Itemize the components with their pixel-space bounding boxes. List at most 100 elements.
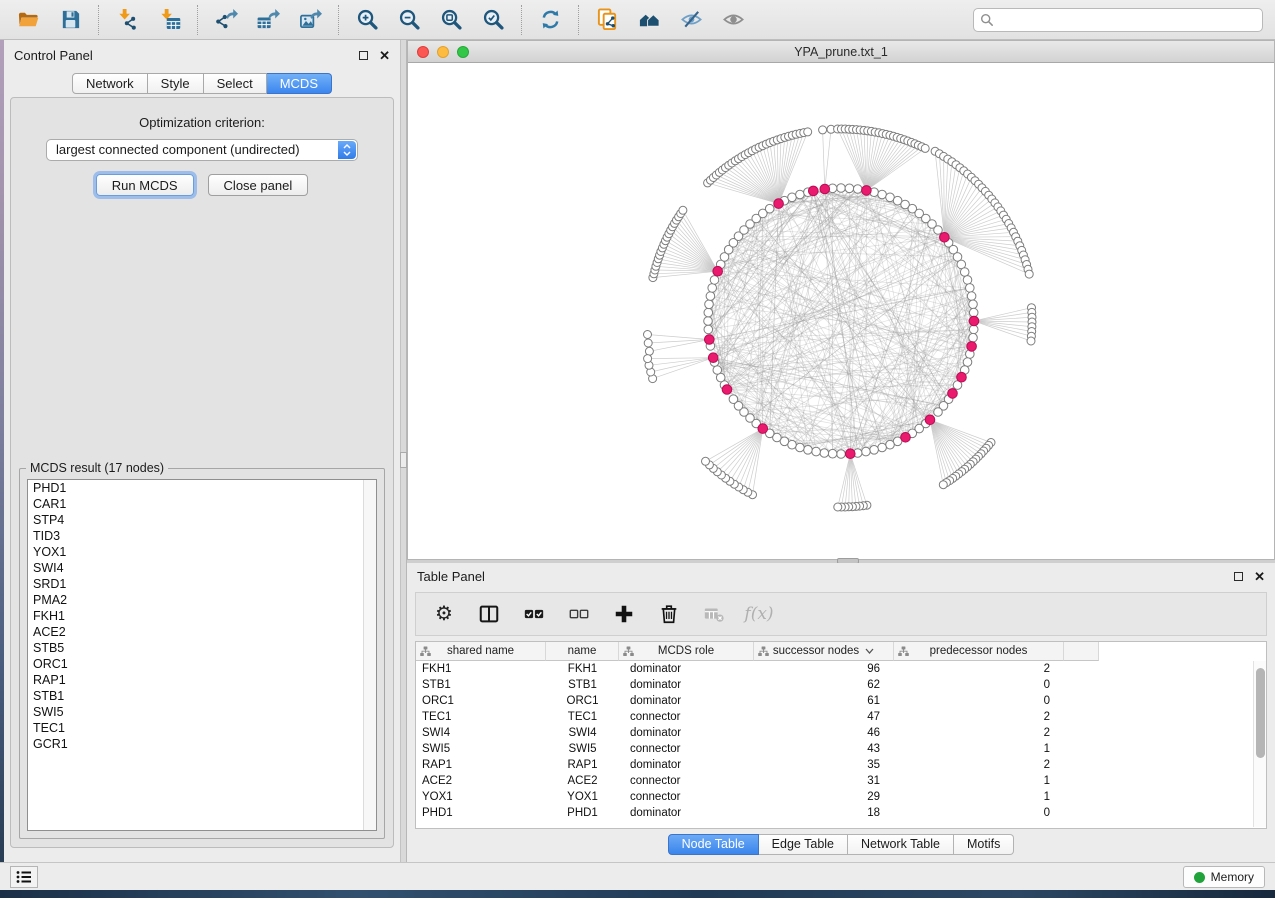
mcds-node-item[interactable]: TEC1 [28, 720, 376, 736]
tab-edge-table[interactable]: Edge Table [759, 834, 848, 855]
table-settings-button[interactable]: ⚙ [432, 602, 456, 626]
table-row[interactable]: ORC1ORC1dominator610 [416, 693, 1253, 709]
mcds-node-item[interactable]: PMA2 [28, 592, 376, 608]
zoom-selected-button[interactable] [480, 7, 506, 33]
deselect-all-button[interactable] [567, 602, 591, 626]
export-image-button[interactable] [297, 7, 323, 33]
import-table-button[interactable] [156, 7, 182, 33]
table-row[interactable]: FKH1FKH1dominator962 [416, 661, 1253, 677]
mcds-node-item[interactable]: STP4 [28, 512, 376, 528]
cell-role[interactable]: dominator [619, 725, 754, 741]
cell-role[interactable]: connector [619, 773, 754, 789]
column-header-MCDS-role[interactable]: MCDS role [619, 642, 754, 661]
cell-successors[interactable]: 62 [754, 677, 894, 693]
column-header-name[interactable]: name [546, 642, 619, 661]
zoom-out-button[interactable] [396, 7, 422, 33]
float-panel-icon[interactable] [1234, 572, 1243, 581]
cell-role[interactable]: dominator [619, 677, 754, 693]
cell-predecessors[interactable]: 1 [894, 789, 1064, 805]
cell-successors[interactable]: 29 [754, 789, 894, 805]
cell-successors[interactable]: 47 [754, 709, 894, 725]
splitter-grip[interactable] [400, 452, 407, 468]
cell-role[interactable]: connector [619, 709, 754, 725]
tab-node-table[interactable]: Node Table [668, 834, 759, 855]
tab-select[interactable]: Select [204, 73, 267, 94]
first-neighbors-button[interactable] [636, 7, 662, 33]
cell-name[interactable]: STB1 [546, 677, 619, 693]
cell-successors[interactable]: 43 [754, 741, 894, 757]
export-network-button[interactable] [213, 7, 239, 33]
mcds-node-item[interactable]: ACE2 [28, 624, 376, 640]
table-row[interactable]: PHD1PHD1dominator180 [416, 805, 1253, 821]
delete-button[interactable] [657, 602, 681, 626]
open-file-button[interactable] [15, 7, 41, 33]
tab-network-table[interactable]: Network Table [848, 834, 954, 855]
cell-predecessors[interactable]: 2 [894, 757, 1064, 773]
zoom-in-button[interactable] [354, 7, 380, 33]
cell-shared_name[interactable]: TEC1 [416, 709, 546, 725]
cell-name[interactable]: PHD1 [546, 805, 619, 821]
cell-name[interactable]: SWI5 [546, 741, 619, 757]
hide-selected-button[interactable] [678, 7, 704, 33]
close-panel-button[interactable]: Close panel [208, 174, 309, 196]
duplicate-network-button[interactable] [594, 7, 620, 33]
cell-shared_name[interactable]: FKH1 [416, 661, 546, 677]
cell-successors[interactable]: 35 [754, 757, 894, 773]
cell-role[interactable]: dominator [619, 693, 754, 709]
mcds-node-item[interactable]: PHD1 [28, 480, 376, 496]
cell-predecessors[interactable]: 2 [894, 661, 1064, 677]
cell-role[interactable]: dominator [619, 805, 754, 821]
mcds-node-item[interactable]: GCR1 [28, 736, 376, 752]
cell-predecessors[interactable]: 0 [894, 805, 1064, 821]
tab-mcds[interactable]: MCDS [267, 73, 332, 94]
add-button[interactable] [612, 602, 636, 626]
cell-successors[interactable]: 46 [754, 725, 894, 741]
mcds-node-item[interactable]: TID3 [28, 528, 376, 544]
network-graph[interactable] [408, 63, 1274, 559]
tab-motifs[interactable]: Motifs [954, 834, 1014, 855]
mcds-node-item[interactable]: CAR1 [28, 496, 376, 512]
tab-network[interactable]: Network [72, 73, 148, 94]
cell-predecessors[interactable]: 1 [894, 773, 1064, 789]
mcds-result-scrollbar[interactable] [363, 480, 376, 830]
tab-style[interactable]: Style [148, 73, 204, 94]
mcds-node-item[interactable]: STB1 [28, 688, 376, 704]
cell-role[interactable]: dominator [619, 661, 754, 677]
cell-shared_name[interactable]: SWI5 [416, 741, 546, 757]
cell-name[interactable]: SWI4 [546, 725, 619, 741]
mcds-node-item[interactable]: SWI5 [28, 704, 376, 720]
cell-predecessors[interactable]: 2 [894, 725, 1064, 741]
cell-role[interactable]: connector [619, 741, 754, 757]
table-row[interactable]: STB1STB1dominator620 [416, 677, 1253, 693]
cell-name[interactable]: ACE2 [546, 773, 619, 789]
memory-button[interactable]: Memory [1183, 866, 1265, 888]
cell-shared_name[interactable]: STB1 [416, 677, 546, 693]
cell-role[interactable]: connector [619, 789, 754, 805]
import-network-button[interactable] [114, 7, 140, 33]
cell-shared_name[interactable]: YOX1 [416, 789, 546, 805]
table-row[interactable]: SWI4SWI4dominator462 [416, 725, 1253, 741]
export-table-button[interactable] [255, 7, 281, 33]
search-input[interactable] [973, 8, 1263, 32]
cell-shared_name[interactable]: ORC1 [416, 693, 546, 709]
table-row[interactable]: YOX1YOX1connector291 [416, 789, 1253, 805]
cell-role[interactable]: dominator [619, 757, 754, 773]
run-mcds-button[interactable]: Run MCDS [96, 174, 194, 196]
cell-name[interactable]: TEC1 [546, 709, 619, 725]
cell-name[interactable]: YOX1 [546, 789, 619, 805]
mcds-result-list[interactable]: PHD1CAR1STP4TID3YOX1SWI4SRD1PMA2FKH1ACE2… [27, 479, 377, 831]
table-row[interactable]: RAP1RAP1dominator352 [416, 757, 1253, 773]
cell-shared_name[interactable]: ACE2 [416, 773, 546, 789]
cell-shared_name[interactable]: PHD1 [416, 805, 546, 821]
cell-successors[interactable]: 61 [754, 693, 894, 709]
mcds-node-item[interactable]: RAP1 [28, 672, 376, 688]
mcds-node-item[interactable]: FKH1 [28, 608, 376, 624]
mcds-node-item[interactable]: YOX1 [28, 544, 376, 560]
cell-successors[interactable]: 18 [754, 805, 894, 821]
optimization-criterion-dropdown[interactable]: largest connected component (undirected) [46, 139, 358, 161]
column-header-successor-nodes[interactable]: successor nodes [754, 642, 894, 661]
column-header-shared-name[interactable]: shared name [416, 642, 546, 661]
table-scrollbar[interactable] [1253, 661, 1266, 827]
network-canvas[interactable] [408, 63, 1274, 559]
cell-shared_name[interactable]: RAP1 [416, 757, 546, 773]
